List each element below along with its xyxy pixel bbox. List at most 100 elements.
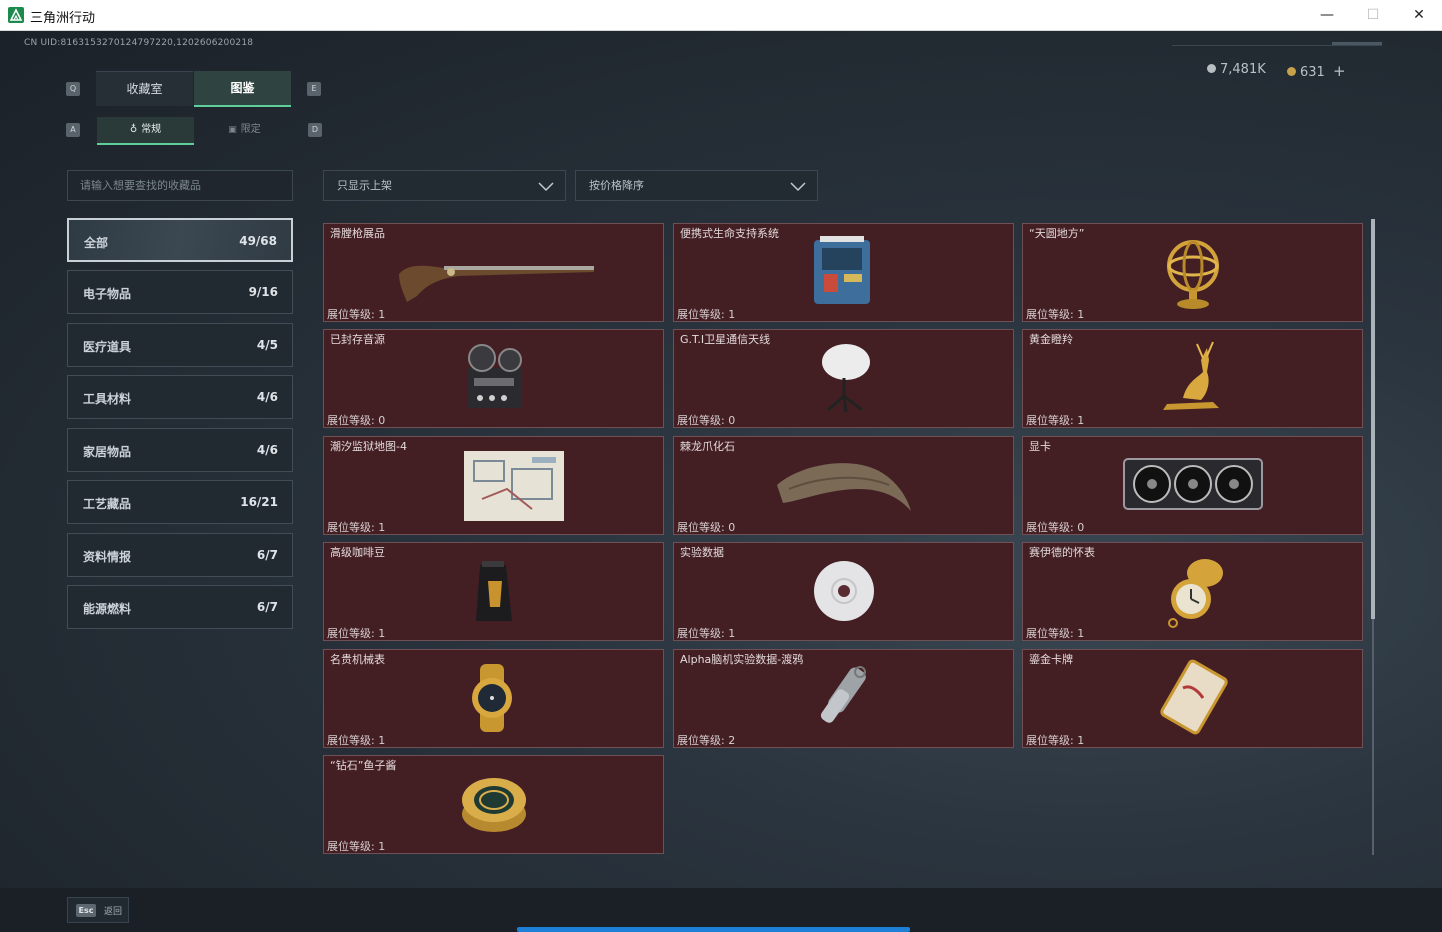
item-card-gold-gazelle[interactable]: 黄金瞪羚 展位等级: 1 [1022,329,1363,428]
category-crafts[interactable]: 工艺藏品 16/21 [67,480,293,524]
item-name: 滑膛枪展品 [330,227,385,240]
item-card-satellite-dish[interactable]: G.T.I卫星通信天线 展位等级: 0 [673,329,1014,428]
item-level: 展位等级: 1 [1026,414,1085,427]
item-card-graphics-card[interactable]: 显卡 展位等级: 0 [1022,436,1363,535]
tab-collection-room[interactable]: 收藏室 [96,71,193,106]
chevron-down-icon [538,182,554,192]
item-card-life-support[interactable]: 便携式生命支持系统 展位等级: 1 [673,223,1014,322]
category-count: 4/6 [256,443,278,457]
category-tools[interactable]: 工具材料 4/6 [67,375,293,419]
loading-progress-bar [517,927,910,932]
item-card-musket[interactable]: 滑膛枪展品 展位等级: 1 [323,223,664,322]
category-label: 能源燃料 [83,602,132,616]
subtab-limited[interactable]: ▣ 限定 [196,117,293,143]
item-card-armillary[interactable]: “天圆地方” 展位等级: 1 [1022,223,1363,322]
close-button[interactable]: ✕ [1396,0,1442,31]
item-level: 展位等级: 0 [1026,521,1085,534]
category-electronics[interactable]: 电子物品 9/16 [67,270,293,314]
coffee-bag-icon [475,561,512,621]
item-card-claw-fossil[interactable]: 棘龙爪化石 展位等级: 0 [673,436,1014,535]
key-hint-q: Q [66,82,80,96]
minimize-button[interactable]: — [1304,0,1350,31]
item-name: 实验数据 [680,546,724,559]
tab-catalog[interactable]: 图鉴 [194,71,291,107]
item-level: 展位等级: 1 [327,627,386,640]
item-card-gilded-card[interactable]: 鎏金卡牌 展位等级: 1 [1022,649,1363,748]
item-name: 已封存音源 [330,333,385,346]
category-household[interactable]: 家居物品 4/6 [67,428,293,472]
item-name: 潮汐监狱地图-4 [330,440,407,453]
item-card-pocket-watch[interactable]: 赛伊德的怀表 展位等级: 1 [1022,542,1363,641]
category-label: 家居物品 [83,445,132,459]
category-label: 资料情报 [83,550,132,564]
pocket-watch-icon [1167,559,1223,628]
item-name: 赛伊德的怀表 [1029,546,1095,559]
game-viewport: CN UID:8163153270124797220,1202606200218… [0,31,1442,932]
category-count: 4/5 [256,338,278,352]
item-level: 展位等级: 2 [677,734,736,747]
gold-gazelle-icon [1162,341,1219,410]
maximize-button[interactable]: ☐ [1350,0,1396,31]
category-count: 6/7 [256,548,278,562]
item-card-prison-map[interactable]: 潮汐监狱地图-4 展位等级: 1 [323,436,664,535]
data-disc-icon [813,561,874,621]
esc-key-hint: Esc [76,904,96,917]
regular-icon: ♁ [129,124,138,135]
item-name: G.T.I卫星通信天线 [680,333,771,346]
item-card-luxury-watch[interactable]: 名贵机械表 展位等级: 1 [323,649,664,748]
app-logo-icon [8,7,24,23]
item-level: 展位等级: 1 [1026,627,1085,640]
category-label: 工艺藏品 [83,497,132,511]
category-all[interactable]: 全部 49/68 [67,218,293,262]
header-divider [1172,45,1382,46]
armillary-sphere-icon [1166,240,1219,309]
item-level: 展位等级: 0 [677,521,736,534]
item-name: 便携式生命支持系统 [680,227,779,240]
category-label: 全部 [84,236,109,250]
claw-fossil-icon [776,463,911,511]
category-count: 49/68 [239,234,277,248]
search-input[interactable] [68,171,292,200]
item-card-coffee-beans[interactable]: 高级咖啡豆 展位等级: 1 [323,542,664,641]
header-divider-accent [1332,42,1382,45]
musket-icon [398,265,594,302]
prison-map-icon [463,451,564,521]
item-card-experiment-data[interactable]: 实验数据 展位等级: 1 [673,542,1014,641]
key-hint-d: D [308,123,322,137]
category-count: 4/6 [256,390,278,404]
item-name: Alpha脑机实验数据-渡鸦 [680,653,804,666]
category-fuel[interactable]: 能源燃料 6/7 [67,585,293,629]
limited-icon: ▣ [228,125,237,135]
item-level: 展位等级: 1 [327,840,386,853]
category-medical[interactable]: 医疗道具 4/5 [67,323,293,367]
item-level: 展位等级: 1 [677,308,736,321]
category-count: 16/21 [240,495,278,509]
silver-coin-icon [1207,64,1216,73]
item-card-caviar[interactable]: “钻石”鱼子酱 展位等级: 1 [323,755,664,854]
category-intel[interactable]: 资料情报 6/7 [67,533,293,577]
item-card-alpha-data[interactable]: Alpha脑机实验数据-渡鸦 展位等级: 2 [673,649,1014,748]
add-currency-button[interactable]: + [1333,62,1346,80]
item-name: 高级咖啡豆 [330,546,385,559]
item-level: 展位等级: 1 [327,308,386,321]
sort-dropdown[interactable]: 按价格降序 [575,170,818,201]
chevron-down-icon [790,182,806,192]
back-button[interactable]: Esc 返回 [67,897,129,923]
category-count: 6/7 [256,600,278,614]
back-label: 返回 [104,907,123,917]
search-box[interactable] [67,170,293,201]
window-title: 三角洲行动 [30,11,96,26]
subtab-regular[interactable]: ♁ 常规 [97,117,194,145]
player-uid: CN UID:8163153270124797220,1202606200218 [24,38,254,48]
item-level: 展位等级: 1 [327,521,386,534]
key-hint-a: A [66,123,80,137]
item-card-reel-recorder[interactable]: 已封存音源 展位等级: 0 [323,329,664,428]
filter-dropdown[interactable]: 只显示上架 [323,170,566,201]
item-name: 显卡 [1029,440,1051,453]
item-name: “钻石”鱼子酱 [330,759,397,772]
scrollbar-thumb[interactable] [1371,219,1375,619]
wristwatch-icon [471,664,512,732]
sort-dropdown-value: 按价格降序 [589,179,644,192]
bottom-bar [0,888,1442,932]
item-level: 展位等级: 1 [677,627,736,640]
